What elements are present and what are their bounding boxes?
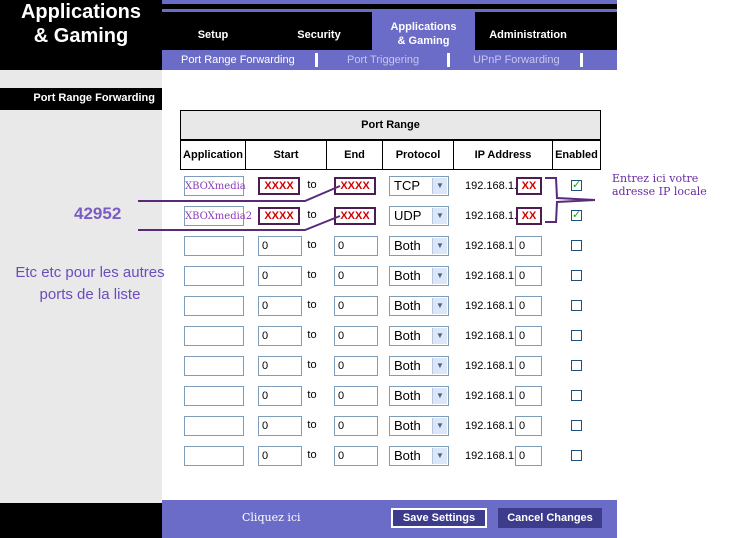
annotation-click-here: Cliquez ici xyxy=(242,511,301,524)
annotation-etc-line2: ports de la liste xyxy=(39,286,141,303)
annotation-line xyxy=(138,185,341,202)
annotation-etc: Etc etc pour les autres ports de la list… xyxy=(0,262,180,306)
cancel-changes-button[interactable]: Cancel Changes xyxy=(498,508,602,528)
annotation-port-number: 42952 xyxy=(74,204,122,223)
annotation-etc-line1: Etc etc pour les autres xyxy=(15,264,165,281)
annotation-ip-note-line2: adresse IP locale xyxy=(612,185,707,198)
annotation-line xyxy=(138,215,341,231)
save-settings-button[interactable]: Save Settings xyxy=(391,508,487,528)
annotation-bracket xyxy=(545,177,596,223)
annotation-ip-note: Entrez ici votre adresse IP locale xyxy=(612,172,707,198)
annotation-ip-note-line1: Entrez ici votre xyxy=(612,172,699,185)
